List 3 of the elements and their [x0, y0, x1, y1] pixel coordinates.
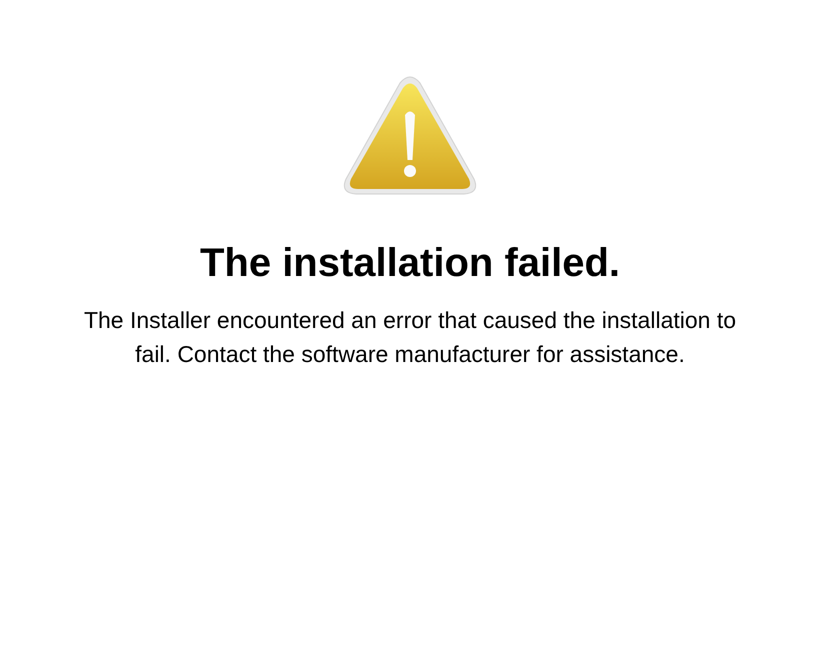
error-message: The Installer encountered an error that caused the installation to fail. Contact the software manufacturer for assistance.: [82, 306, 738, 369]
warning-icon: [342, 75, 478, 197]
error-title: The installation failed.: [200, 240, 620, 287]
